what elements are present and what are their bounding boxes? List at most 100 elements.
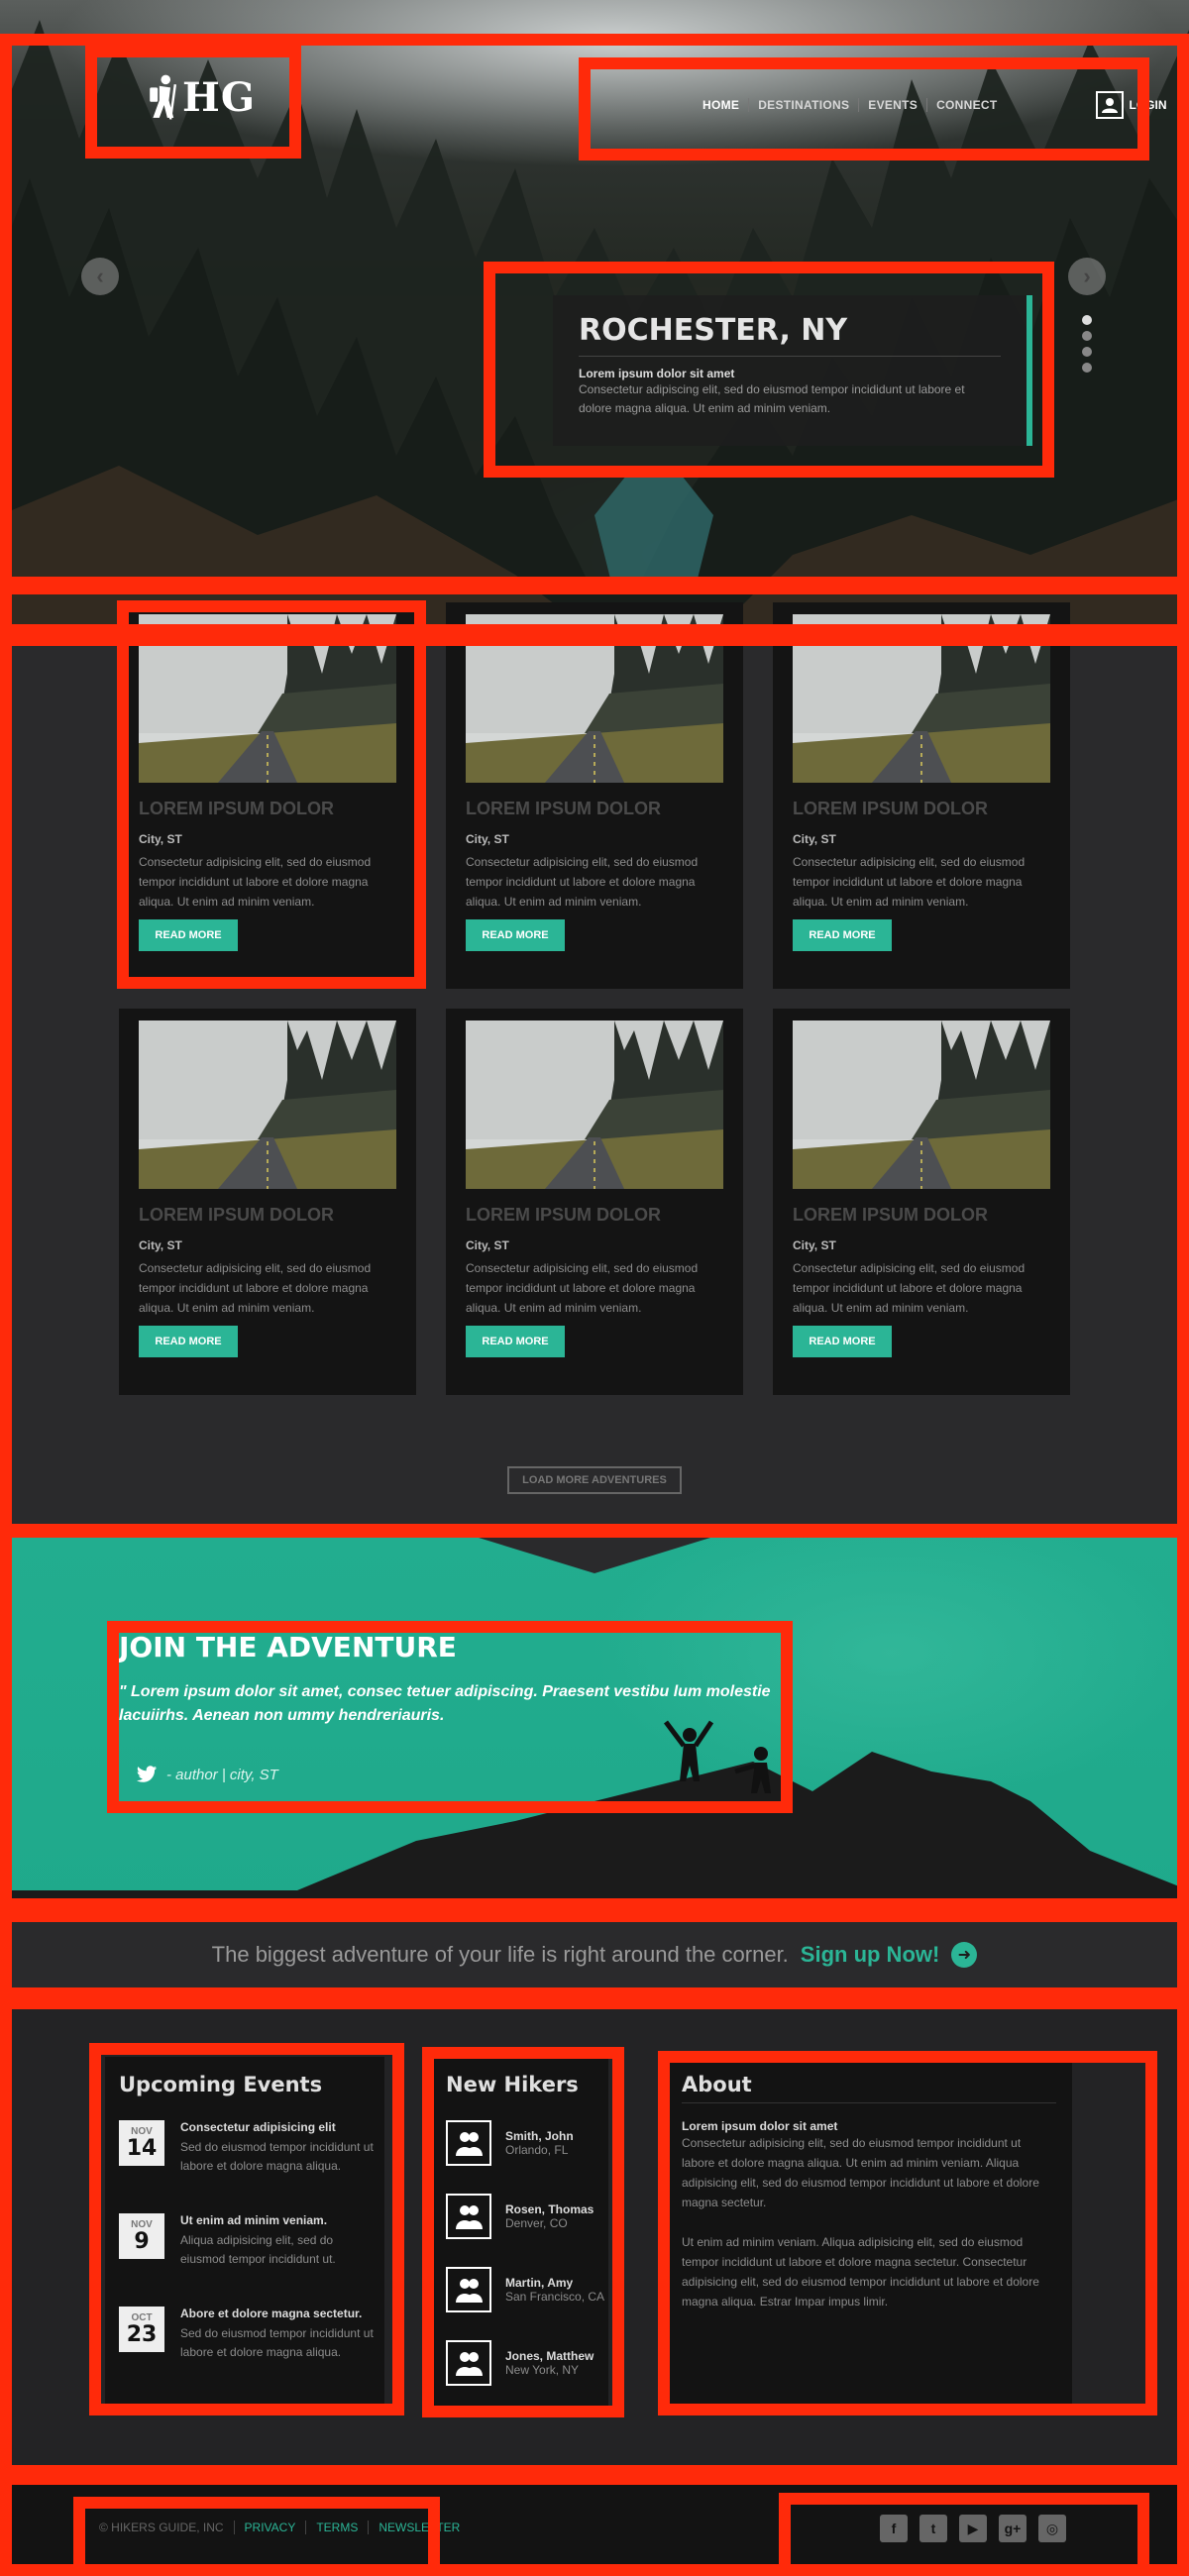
hiker-location: Denver, CO (505, 2216, 568, 2230)
copyright: © HIKERS GUIDE, INC (99, 2521, 235, 2534)
about-text: Consectetur adipisicing elit, sed do eiu… (682, 2136, 1039, 2209)
login-button[interactable]: LOGIN (1095, 91, 1167, 119)
event-day: 23 (126, 2322, 158, 2347)
hiker-item[interactable]: Rosen, Thomas Denver, CO (446, 2194, 594, 2239)
event-desc: Sed do eiusmod tempor incididunt ut labo… (180, 2140, 374, 2173)
hiker-location: San Francisco, CA (505, 2290, 605, 2304)
about-widget: About Lorem ipsum dolor sit amet Consect… (666, 2057, 1072, 2414)
signup-cta-bar: The biggest adventure of your life is ri… (0, 1910, 1189, 1999)
slider-dot[interactable] (1082, 315, 1092, 325)
users-icon (446, 2120, 491, 2166)
main-nav: HOME DESTINATIONS EVENTS CONNECT LOGIN (694, 91, 1167, 119)
hikers-title: New Hikers (446, 2073, 579, 2096)
card-location: City, ST (466, 832, 509, 846)
footer-link-newsletter[interactable]: NEWSLETTER (369, 2521, 470, 2534)
event-date: NOV 9 (119, 2213, 164, 2259)
event-item[interactable]: NOV 14 Consectetur adipisicing elit Sed … (119, 2120, 378, 2176)
social-links: f t ▶ g+ ◎ (880, 2515, 1066, 2542)
card-image[interactable] (139, 614, 396, 783)
cta-text: The biggest adventure of your life is ri… (211, 1942, 789, 1967)
google-plus-icon[interactable]: g+ (999, 2515, 1027, 2542)
facebook-icon[interactable]: f (880, 2515, 908, 2542)
card-image[interactable] (139, 1020, 396, 1189)
instagram-icon[interactable]: ◎ (1038, 2515, 1066, 2542)
card-description: Consectetur adipisicing elit, sed do eiu… (466, 1261, 699, 1315)
twitter-icon[interactable]: t (919, 2515, 947, 2542)
about-title: About (682, 2073, 1056, 2103)
card-image[interactable] (793, 614, 1050, 783)
footer-link-privacy[interactable]: PRIVACY (235, 2521, 307, 2534)
read-more-button[interactable]: READ MORE (466, 919, 565, 951)
load-more-button[interactable]: LOAD MORE ADVENTURES (507, 1466, 682, 1494)
site-footer: © HIKERS GUIDE, INC PRIVACY TERMS NEWSLE… (0, 2475, 1189, 2576)
widgets-section: Upcoming Events NOV 14 Consectetur adipi… (0, 1999, 1189, 2475)
arrow-circle-right-icon[interactable]: ➜ (951, 1942, 978, 1968)
card-image[interactable] (793, 1020, 1050, 1189)
nav-home[interactable]: HOME (694, 98, 750, 112)
adventure-card: LOREM IPSUM DOLOR City, ST Consectetur adi… (773, 602, 1070, 989)
event-title: Abore et dolore magna sectetur. (180, 2307, 363, 2320)
hiker-logo-icon (150, 74, 177, 120)
adventure-card: LOREM IPSUM DOLOR City, ST Consectetur adi… (119, 1009, 416, 1395)
card-image[interactable] (466, 614, 723, 783)
nav-destinations[interactable]: DESTINATIONS (749, 98, 860, 112)
read-more-button[interactable]: READ MORE (139, 919, 238, 951)
slider-dot[interactable] (1082, 331, 1092, 341)
slider-dot[interactable] (1082, 363, 1092, 373)
event-item[interactable]: OCT 23 Abore et dolore magna sectetur. S… (119, 2307, 378, 2362)
slider-next-button[interactable]: › (1068, 258, 1106, 295)
hero-text: Consectetur adipiscing elit, sed do eius… (579, 382, 965, 415)
hiker-item[interactable]: Smith, John Orlando, FL (446, 2120, 574, 2166)
event-item[interactable]: NOV 9 Ut enim ad minim veniam. Aliqua ad… (119, 2213, 378, 2269)
card-location: City, ST (466, 1238, 509, 1252)
slider-dots (1082, 315, 1092, 373)
footer-link-terms[interactable]: TERMS (306, 2521, 370, 2534)
event-date: NOV 14 (119, 2120, 164, 2166)
card-description: Consectetur adipisicing elit, sed do eiu… (793, 855, 1026, 909)
card-title: LOREM IPSUM DOLOR (466, 799, 661, 818)
nav-events[interactable]: EVENTS (859, 98, 928, 112)
card-location: City, ST (793, 832, 836, 846)
users-icon (446, 2194, 491, 2239)
hiker-item[interactable]: Martin, Amy San Francisco, CA (446, 2267, 604, 2312)
adventure-card: LOREM IPSUM DOLOR City, ST Consectetur adi… (446, 602, 743, 989)
slider-dot[interactable] (1082, 347, 1092, 357)
card-description: Consectetur adipisicing elit, sed do eiu… (793, 1261, 1026, 1315)
card-title: LOREM IPSUM DOLOR (139, 799, 334, 818)
user-login-icon (1095, 91, 1124, 119)
signup-link[interactable]: Sign up Now! (801, 1942, 940, 1968)
new-hikers-widget: New Hikers Smith, John Orlando, FL Rosen,… (432, 2057, 608, 2414)
slider-prev-button[interactable]: ‹ (81, 258, 119, 295)
users-icon (446, 2340, 491, 2386)
youtube-icon[interactable]: ▶ (959, 2515, 987, 2542)
footer-links: © HIKERS GUIDE, INC PRIVACY TERMS NEWSLE… (99, 2521, 470, 2534)
read-more-button[interactable]: READ MORE (466, 1326, 565, 1357)
read-more-button[interactable]: READ MORE (793, 919, 892, 951)
event-desc: Aliqua adipisicing elit, sed do eiusmod … (180, 2233, 336, 2266)
card-title: LOREM IPSUM DOLOR (466, 1205, 661, 1225)
hero-caption: ROCHESTER, NY Lorem ipsum dolor sit amet… (553, 295, 1032, 446)
event-title: Consectetur adipisicing elit (180, 2120, 336, 2134)
join-section: JOIN THE ADVENTURE " Lorem ipsum dolor s… (0, 1534, 1189, 1910)
event-title: Ut enim ad minim veniam. (180, 2213, 328, 2227)
card-description: Consectetur adipisicing elit, sed do eiu… (139, 1261, 372, 1315)
hiker-name: Smith, John (505, 2129, 574, 2143)
card-image[interactable] (466, 1020, 723, 1189)
twitter-icon[interactable] (137, 1766, 157, 1783)
hiker-item[interactable]: Jones, Matthew New York, NY (446, 2340, 594, 2386)
login-label: LOGIN (1129, 98, 1167, 112)
event-date: OCT 23 (119, 2307, 164, 2352)
join-author-text: - author | city, ST (166, 1766, 278, 1783)
hero-title: ROCHESTER, NY (579, 313, 1001, 357)
card-location: City, ST (793, 1238, 836, 1252)
site-logo[interactable]: HG (147, 61, 256, 133)
event-day: 14 (126, 2136, 158, 2161)
nav-connect[interactable]: CONNECT (927, 98, 1006, 112)
card-location: City, ST (139, 832, 182, 846)
logo-text: HG (182, 73, 256, 121)
users-icon (446, 2267, 491, 2312)
card-title: LOREM IPSUM DOLOR (793, 799, 988, 818)
card-description: Consectetur adipisicing elit, sed do eiu… (466, 855, 699, 909)
read-more-button[interactable]: READ MORE (793, 1326, 892, 1357)
read-more-button[interactable]: READ MORE (139, 1326, 238, 1357)
